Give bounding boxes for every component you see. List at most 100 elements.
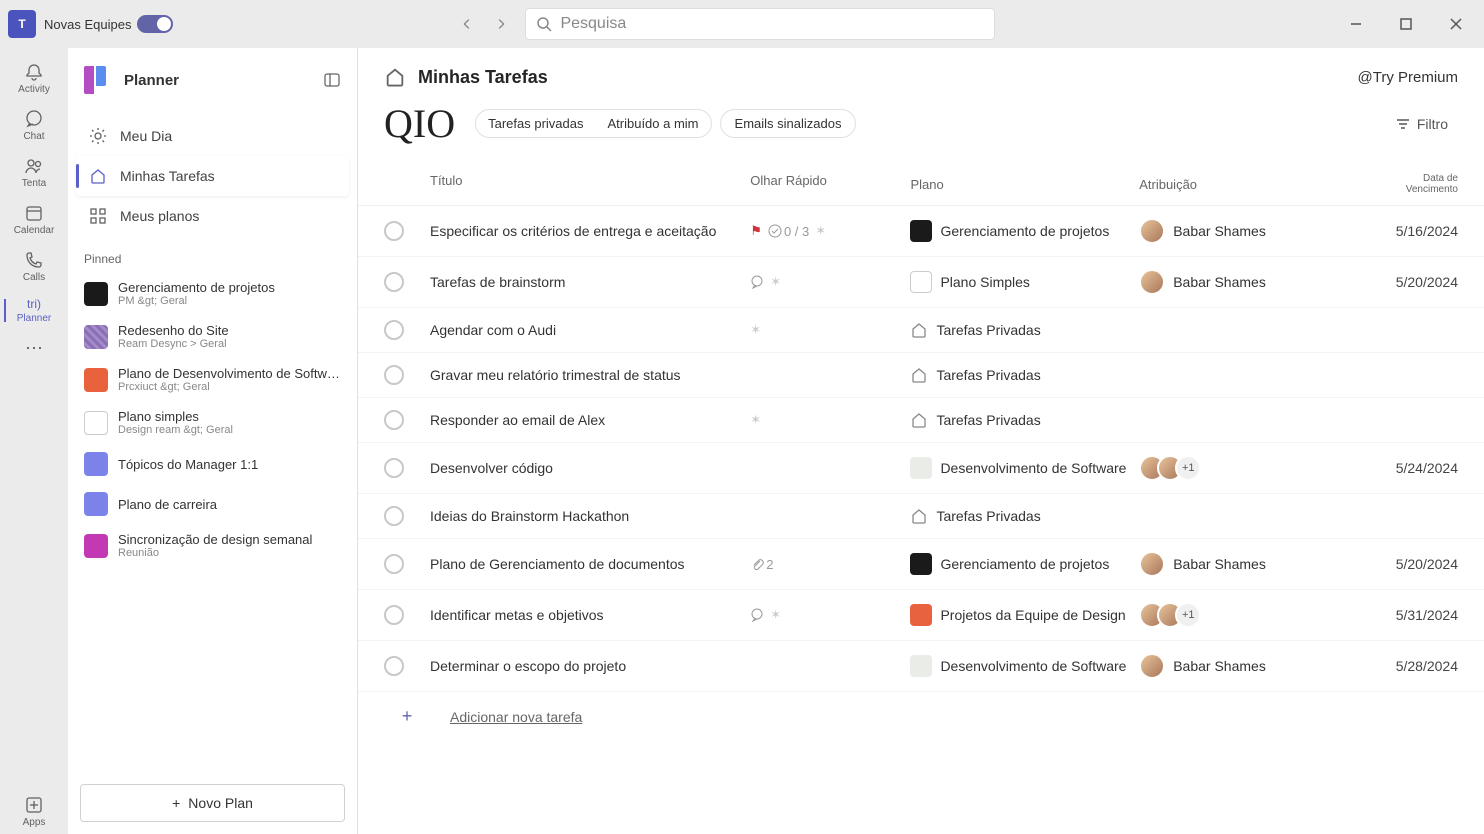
task-due-date: 5/24/2024: [1368, 460, 1458, 476]
task-complete-checkbox[interactable]: [384, 554, 404, 574]
task-complete-checkbox[interactable]: [384, 506, 404, 526]
search-input[interactable]: Pesquisa: [525, 8, 995, 40]
pinned-plan-item[interactable]: Plano de Desenvolvimento de SoftwarePrcx…: [68, 358, 357, 401]
nav-my-plans[interactable]: Meus planos: [76, 196, 349, 236]
col-due-date[interactable]: Data de Vencimento: [1368, 173, 1458, 195]
pinned-plan-item[interactable]: Plano simplesDesign ream &gt; Geral: [68, 401, 357, 444]
nav-my-day[interactable]: Meu Dia: [76, 116, 349, 156]
plan-color-icon: [84, 534, 108, 558]
task-complete-checkbox[interactable]: [384, 221, 404, 241]
nav-forward-button[interactable]: [487, 10, 515, 38]
nav-back-button[interactable]: [453, 10, 481, 38]
window-close-button[interactable]: [1436, 8, 1476, 40]
rail-activity[interactable]: Activity: [4, 56, 64, 101]
task-row[interactable]: Plano de Gerenciamento de documentos 2Ge…: [358, 539, 1484, 590]
window-maximize-button[interactable]: [1386, 8, 1426, 40]
people-icon: [24, 156, 44, 176]
task-complete-checkbox[interactable]: [384, 365, 404, 385]
rail-planner[interactable]: tri) Planner: [4, 291, 64, 330]
col-assignment[interactable]: Atribuição: [1139, 173, 1368, 195]
task-assignment: Babar Shames: [1139, 653, 1368, 679]
task-due-date: 5/20/2024: [1368, 556, 1458, 572]
task-row[interactable]: Especificar os critérios de entrega e ac…: [358, 206, 1484, 257]
pinned-plan-item[interactable]: Redesenho do SiteReam Desync > Geral: [68, 315, 357, 358]
window-minimize-button[interactable]: [1336, 8, 1376, 40]
chat-icon: [24, 109, 44, 129]
rail-more[interactable]: ⋯: [4, 332, 64, 367]
task-row[interactable]: Desenvolver códigoDesenvolvimento de Sof…: [358, 443, 1484, 494]
task-row[interactable]: Identificar metas e objetivos✶Projetos d…: [358, 590, 1484, 641]
rail-teams[interactable]: Tenta: [4, 150, 64, 195]
task-row[interactable]: Gravar meu relatório trimestral de statu…: [358, 353, 1484, 398]
new-teams-toggle[interactable]: [137, 15, 173, 33]
filter-button[interactable]: Filtro: [1385, 110, 1458, 138]
task-complete-checkbox[interactable]: [384, 656, 404, 676]
checklist-progress-icon: 0 / 3: [768, 224, 809, 239]
task-due-date: 5/31/2024: [1368, 607, 1458, 623]
comment-icon: [750, 608, 764, 622]
task-complete-checkbox[interactable]: [384, 272, 404, 292]
pinned-plan-item[interactable]: Tópicos do Manager 1:1: [68, 444, 357, 484]
add-task-row[interactable]: + Adicionar nova tarefa: [358, 692, 1484, 741]
plan-color-icon: [84, 452, 108, 476]
task-row[interactable]: Tarefas de brainstorm✶Plano SimplesBabar…: [358, 257, 1484, 308]
try-premium-link[interactable]: @Try Premium: [1357, 69, 1458, 86]
task-type-toggle: Tarefas privadas Atribuído a mim: [475, 109, 711, 138]
task-complete-checkbox[interactable]: [384, 458, 404, 478]
pinned-plan-title: Tópicos do Manager 1:1: [118, 457, 258, 472]
pill-assigned-to-me[interactable]: Atribuído a mim: [595, 110, 710, 137]
task-plan: Tarefas Privadas: [910, 411, 1139, 429]
task-complete-checkbox[interactable]: [384, 320, 404, 340]
col-plan[interactable]: Plano: [910, 173, 1139, 195]
plan-badge-icon: [910, 271, 932, 293]
quick-look-icons: ✶: [750, 607, 910, 623]
sun-icon: ✶: [750, 412, 761, 428]
pill-flagged-emails[interactable]: Emails sinalizados: [720, 109, 857, 138]
rail-apps[interactable]: Apps: [4, 789, 64, 834]
task-plan: Gerenciamento de projetos: [910, 553, 1139, 575]
nav-my-tasks[interactable]: Minhas Tarefas: [76, 156, 349, 196]
task-row[interactable]: Agendar com o Audi✶Tarefas Privadas: [358, 308, 1484, 353]
calendar-icon: [24, 203, 44, 223]
pinned-header: Pinned: [68, 240, 357, 272]
sun-icon: [88, 126, 108, 146]
rail-calendar[interactable]: Calendar: [4, 197, 64, 242]
task-title: Ideias do Brainstorm Hackathon: [430, 508, 750, 524]
sidebar-collapse-button[interactable]: [323, 71, 341, 89]
app-rail: Activity Chat Tenta Calendar Calls tri) …: [0, 48, 68, 834]
home-icon: [910, 507, 928, 525]
titlebar: T Novas Equipes Pesquisa: [0, 0, 1484, 48]
pill-private-tasks[interactable]: Tarefas privadas: [476, 110, 595, 137]
avatar-more: +1: [1175, 602, 1201, 628]
plan-badge-icon: [910, 553, 932, 575]
pinned-plan-item[interactable]: Plano de carreira: [68, 484, 357, 524]
table-header: Título Olhar Rápido Plano Atribuição Dat…: [358, 163, 1484, 206]
pinned-plan-subtitle: Design ream &gt; Geral: [118, 424, 233, 436]
task-title: Desenvolver código: [430, 460, 750, 476]
task-row[interactable]: Ideias do Brainstorm Hackathon Tarefas Pr…: [358, 494, 1484, 539]
pinned-plan-item[interactable]: Gerenciamento de projetosPM &gt; Geral: [68, 272, 357, 315]
rail-chat[interactable]: Chat: [4, 103, 64, 148]
col-title[interactable]: Título: [430, 173, 750, 195]
task-complete-checkbox[interactable]: [384, 410, 404, 430]
new-plan-button[interactable]: + Novo Plan: [80, 784, 345, 822]
task-plan: Tarefas Privadas: [910, 507, 1139, 525]
task-plan: Plano Simples: [910, 271, 1139, 293]
pinned-plan-subtitle: Reunião: [118, 547, 312, 559]
task-assignment: Babar Shames: [1139, 218, 1368, 244]
pinned-plan-item[interactable]: Sincronização de design semanalReunião: [68, 524, 357, 567]
phone-icon: [24, 250, 44, 270]
task-row[interactable]: Responder ao email de Alex✶Tarefas Priva…: [358, 398, 1484, 443]
task-assignment: +1: [1139, 602, 1368, 628]
rail-calls[interactable]: Calls: [4, 244, 64, 289]
sun-icon: ✶: [770, 274, 781, 290]
task-row[interactable]: Determinar o escopo do projetoDesenvolvi…: [358, 641, 1484, 692]
plan-badge-icon: [910, 220, 932, 242]
pinned-plan-title: Plano simples: [118, 409, 233, 424]
avatar: [1139, 269, 1165, 295]
pinned-plan-title: Redesenho do Site: [118, 323, 229, 338]
col-quick-look[interactable]: Olhar Rápido: [750, 173, 910, 195]
task-complete-checkbox[interactable]: [384, 605, 404, 625]
quick-look-icons: ⚑ 0 / 3✶: [750, 223, 910, 239]
plan-color-icon: [84, 411, 108, 435]
